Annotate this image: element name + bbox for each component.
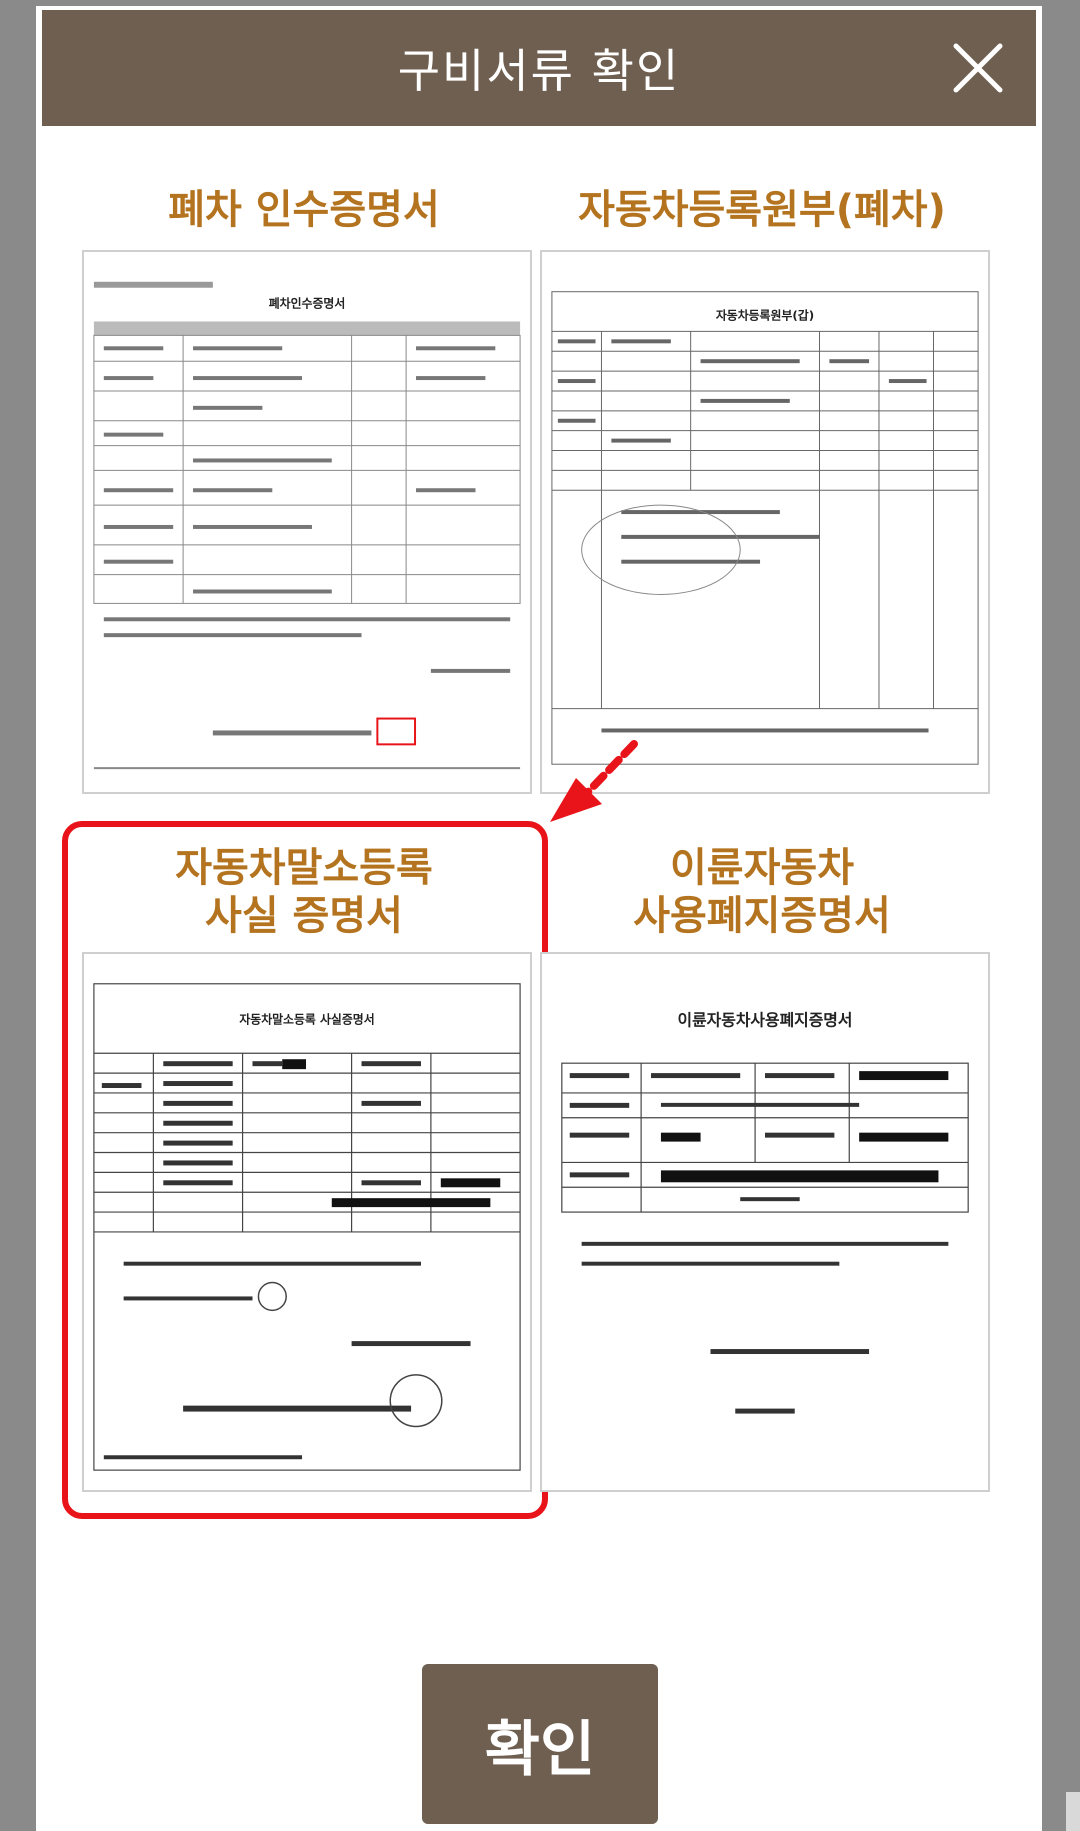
doc-label-line1: 이륜자동차 <box>670 845 854 891</box>
close-button[interactable] <box>950 40 1006 96</box>
thumb-title-1: 폐차인수증명서 <box>269 297 346 311</box>
doc-label-motorcycle-disuse-certificate: 이륜자동차 사용폐지증명서 <box>552 844 972 940</box>
scroll-handle <box>1066 1792 1080 1831</box>
doc-label-deregistration-certificate: 자동차말소등록 사실 증명서 <box>94 844 514 940</box>
doc-label-line1: 자동차말소등록 <box>175 845 433 891</box>
pointer-arrow-icon <box>536 738 646 828</box>
thumb-title-4: 이륜자동차사용폐지증명서 <box>678 1010 853 1029</box>
doc-thumbnail-scrap-receipt: 폐차인수증명서 <box>82 250 532 794</box>
close-icon <box>953 43 1003 93</box>
confirm-button[interactable]: 확인 <box>422 1664 658 1824</box>
doc-label-vehicle-register: 자동차등록원부(폐차) <box>578 187 946 233</box>
document-confirm-modal: 구비서류 확인 폐차 인수증명서 폐차인수증명서 자동차등록원부(폐차) 자동차… <box>36 6 1042 1831</box>
thumb-title-2: 자동차등록원부(갑) <box>716 308 814 322</box>
doc-thumbnail-vehicle-register: 자동차등록원부(갑) <box>540 250 990 794</box>
doc-label-line2: 사용폐지증명서 <box>633 893 891 939</box>
doc-thumbnail-deregistration-certificate: 자동차말소등록 사실증명서 <box>82 952 532 1492</box>
thumb-title-3: 자동차말소등록 사실증명서 <box>239 1012 374 1026</box>
doc-label-line2: 사실 증명서 <box>205 893 403 939</box>
doc-thumbnail-motorcycle-disuse-certificate: 이륜자동차사용폐지증명서 <box>540 952 990 1492</box>
modal-title: 구비서류 확인 <box>397 44 681 98</box>
doc-label-scrap-receipt: 폐차 인수증명서 <box>168 187 440 233</box>
modal-header: 구비서류 확인 <box>42 10 1036 126</box>
